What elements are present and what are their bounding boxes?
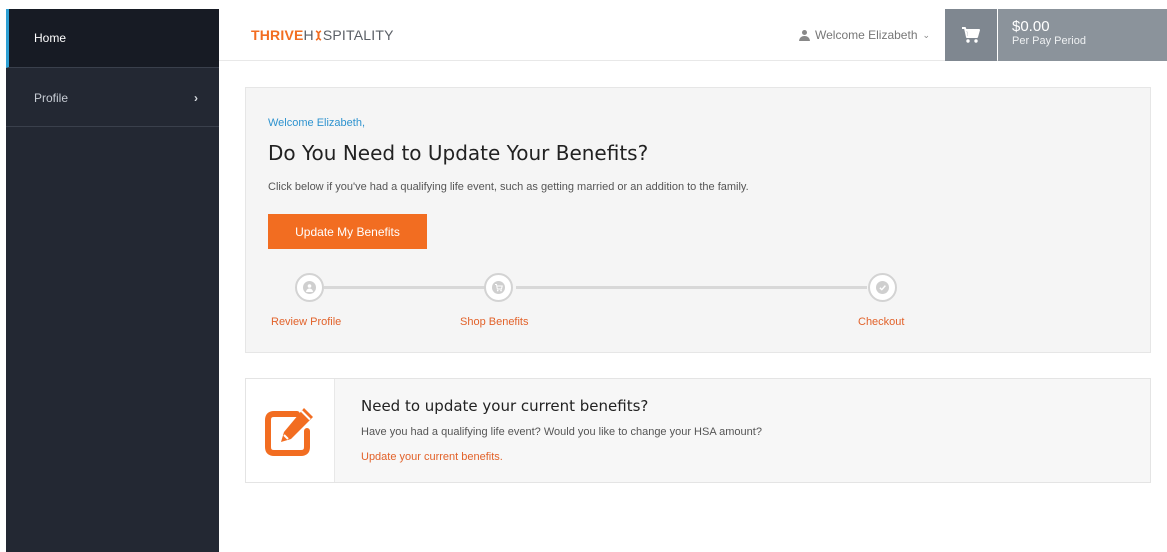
page-title: Do You Need to Update Your Benefits?: [268, 141, 649, 165]
cart-total-panel[interactable]: $0.00 Per Pay Period: [998, 9, 1167, 61]
update-benefits-panel: Welcome Elizabeth, Do You Need to Update…: [245, 87, 1151, 353]
cart-icon: [962, 27, 980, 43]
chevron-right-icon: ›: [194, 91, 198, 105]
logo-text-h: H: [303, 27, 314, 43]
step-label-checkout[interactable]: Checkout: [858, 316, 904, 328]
logo-text-hospitality: SPITALITY: [322, 27, 394, 43]
top-bar: THRIVEH SPITALITY Welcome Elizabeth ⌄ $0.…: [219, 9, 1167, 61]
step-connector: [516, 286, 867, 289]
sidebar-item-label: Profile: [34, 91, 69, 105]
welcome-text: Welcome Elizabeth: [815, 28, 918, 42]
logo-o-icon: [315, 30, 322, 41]
update-current-benefits-link[interactable]: Update your current benefits.: [361, 451, 503, 463]
step-review-profile: [295, 273, 324, 302]
step-label-review-profile[interactable]: Review Profile: [271, 316, 341, 328]
progress-steps: Review Profile Shop Benefits Checkout: [246, 268, 1152, 338]
step-checkout: [868, 273, 897, 302]
card-question: Have you had a qualifying life event? Wo…: [361, 426, 762, 438]
chevron-down-icon: ⌄: [922, 29, 931, 40]
logo-text-thrive: THRIVE: [251, 27, 304, 43]
update-current-benefits-card: Need to update your current benefits? Ha…: [245, 378, 1151, 483]
sidebar-item-home[interactable]: Home: [6, 9, 219, 68]
user-icon: [799, 29, 810, 41]
hero-description: Click below if you've had a qualifying l…: [268, 181, 749, 193]
cart-total-amount: $0.00: [1012, 18, 1050, 35]
sidebar: Home Profile ›: [6, 9, 219, 552]
card-icon-column: [246, 379, 335, 482]
step-label-shop-benefits[interactable]: Shop Benefits: [460, 316, 529, 328]
edit-icon: [265, 407, 313, 456]
company-logo: THRIVEH SPITALITY: [251, 27, 394, 43]
check-icon: [876, 281, 889, 294]
step-shop-benefits: [484, 273, 513, 302]
greeting-text: Welcome Elizabeth,: [268, 117, 366, 129]
cart-button[interactable]: [945, 9, 997, 61]
user-icon: [303, 281, 316, 294]
user-menu[interactable]: Welcome Elizabeth ⌄: [799, 28, 930, 42]
sidebar-item-label: Home: [34, 31, 67, 45]
cart-total-period: Per Pay Period: [1012, 35, 1086, 47]
cart-icon: [492, 281, 505, 294]
sidebar-item-profile[interactable]: Profile ›: [6, 68, 219, 127]
app-page: Home Profile › THRIVEH SPITALITY Welcome …: [0, 0, 1167, 552]
card-title: Need to update your current benefits?: [361, 397, 649, 415]
step-connector: [324, 286, 486, 289]
update-my-benefits-button[interactable]: Update My Benefits: [268, 214, 427, 249]
